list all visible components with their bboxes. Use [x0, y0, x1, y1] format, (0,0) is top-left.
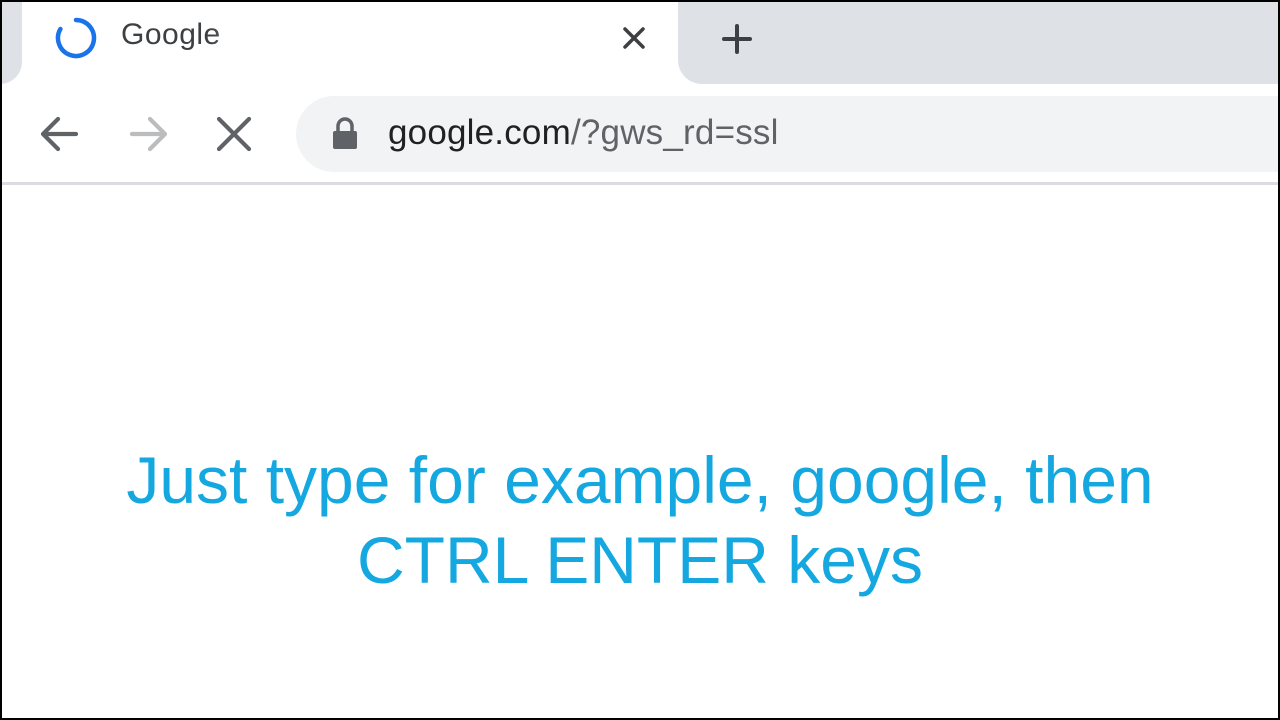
url-host: google.com — [388, 113, 571, 152]
stop-icon[interactable] — [208, 108, 260, 160]
tab-left-edge — [0, 60, 22, 84]
url-path: /?gws_rd=ssl — [570, 113, 779, 152]
tab-title-fade — [210, 10, 590, 70]
back-arrow-icon[interactable] — [34, 108, 86, 160]
caption-line-1: Just type for example, google, then — [126, 443, 1154, 517]
url-text[interactable]: google.com/?gws_rd=ssl — [388, 113, 779, 153]
tab-close-icon[interactable] — [616, 20, 652, 56]
caption-line-2: CTRL ENTER keys — [357, 523, 923, 597]
forward-arrow-icon[interactable] — [122, 108, 174, 160]
lock-icon[interactable] — [330, 116, 360, 152]
plus-icon[interactable] — [716, 18, 758, 60]
tab-title: Google — [121, 18, 221, 51]
instruction-caption: Just type for example, google, then CTRL… — [40, 440, 1240, 600]
toolbar-divider — [0, 182, 1280, 185]
loading-spinner-icon — [55, 17, 97, 59]
tab-right-edge — [678, 60, 702, 84]
